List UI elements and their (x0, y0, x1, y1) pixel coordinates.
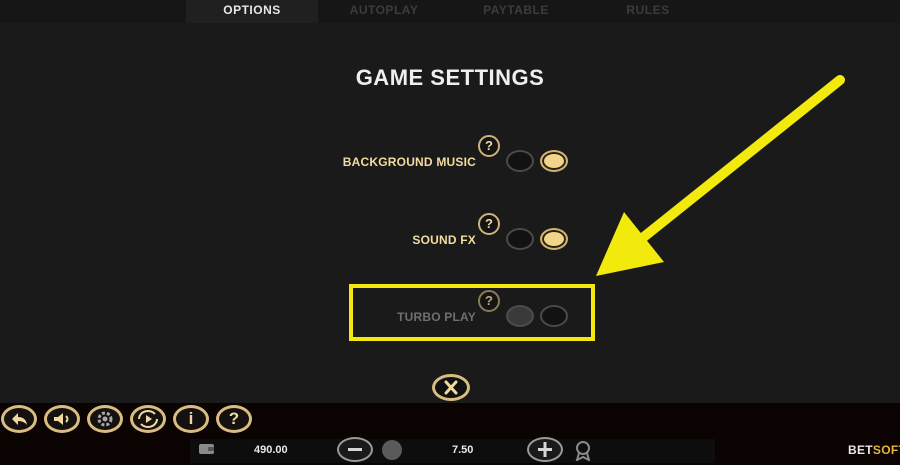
close-button[interactable] (432, 374, 470, 401)
gear-icon (97, 411, 113, 427)
back-icon (12, 413, 27, 425)
balance-value: 490.00 (254, 444, 288, 456)
increase-bet-button[interactable] (527, 437, 563, 462)
brand-logo: BETSOFT (848, 443, 900, 457)
autoplay-button[interactable] (130, 405, 166, 433)
settings-button[interactable] (87, 405, 123, 433)
decrease-bet-button[interactable] (337, 437, 373, 462)
help-icon: ? (228, 409, 240, 428)
back-button[interactable] (1, 405, 37, 433)
info-button[interactable]: i (173, 405, 209, 433)
close-icon (444, 380, 458, 395)
wallet-icon (199, 444, 214, 454)
plus-icon (538, 442, 552, 457)
sound-button[interactable] (44, 405, 80, 433)
coins-icon (382, 440, 402, 460)
award-icon[interactable] (572, 439, 594, 461)
help-button[interactable]: ? (216, 405, 252, 433)
minus-icon (348, 448, 362, 451)
bet-value: 7.50 (452, 444, 474, 456)
info-icon: i (188, 409, 194, 428)
autoplay-icon (138, 410, 158, 428)
sound-icon (54, 413, 69, 425)
